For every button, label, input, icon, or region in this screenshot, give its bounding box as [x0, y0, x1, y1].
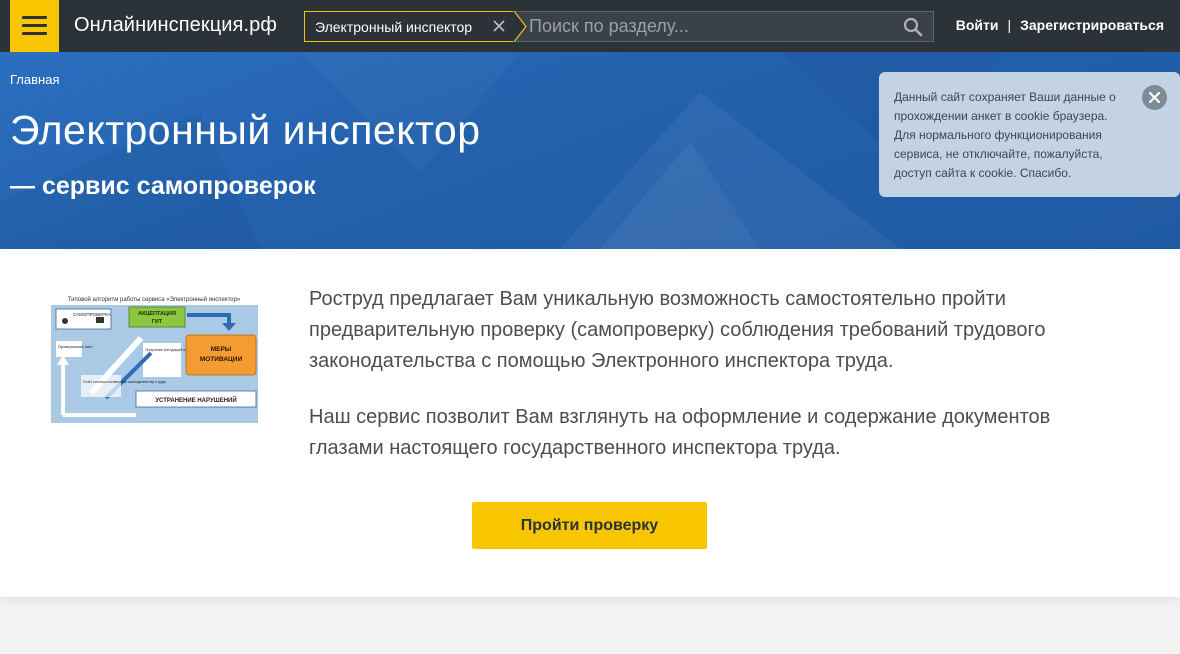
- page-title: Электронный инспектор: [10, 107, 481, 153]
- breadcrumb[interactable]: Главная: [10, 72, 59, 87]
- search-scope-tag[interactable]: Электронный инспектор: [304, 11, 514, 42]
- chevron-right-icon: [513, 11, 527, 42]
- service-algorithm-diagram: Типовой алгоритм работы сервиса «Электро…: [51, 296, 258, 423]
- search-icon[interactable]: [903, 17, 923, 37]
- cookie-notice-text: Данный сайт сохраняет Ваши данные о прох…: [894, 90, 1116, 180]
- diagram-checklist: Проверочный лист: [58, 344, 93, 349]
- search-input[interactable]: [529, 12, 889, 41]
- page-subtitle: — сервис самопроверок: [10, 172, 316, 200]
- close-icon[interactable]: [491, 18, 507, 34]
- service-paragraph: Наш сервис позволит Вам взглянуть на офо…: [309, 406, 1051, 459]
- diagram-self-check: САМОПРОВЕРКА: [73, 312, 111, 317]
- diagram-measures-line1: МЕРЫ: [211, 346, 231, 353]
- diagram-notify: Отчёт о полном соответствии законодатель…: [83, 380, 166, 384]
- login-link[interactable]: Войти: [956, 17, 999, 33]
- search-box: Электронный инспектор: [304, 11, 934, 42]
- start-check-button[interactable]: Пройти проверку: [472, 502, 707, 549]
- auth-links: Войти | Зарегистрироваться: [956, 17, 1164, 33]
- search-scope-label: Электронный инспектор: [315, 19, 473, 35]
- diagram-fix: УСТРАНЕНИЕ НАРУШЕНИЙ: [155, 396, 236, 404]
- diagram-accept-line1: АКЦЕПТАЦИЯ: [138, 311, 176, 317]
- site-title[interactable]: Онлайнинспекция.рф: [74, 14, 277, 37]
- diagram-accept-line2: ГИТ: [152, 319, 163, 325]
- diagram-measures-line2: МОТИВАЦИИ: [200, 356, 243, 363]
- hamburger-icon: [22, 16, 47, 19]
- auth-separator: |: [1007, 17, 1012, 33]
- top-navigation-bar: Онлайнинспекция.рф Электронный инспектор…: [0, 0, 1180, 52]
- content-card: Типовой алгоритм работы сервиса «Электро…: [0, 249, 1180, 597]
- menu-button[interactable]: [10, 0, 59, 52]
- cookie-close-button[interactable]: [1142, 85, 1167, 110]
- cookie-notice: Данный сайт сохраняет Ваши данные о прох…: [879, 72, 1180, 197]
- close-icon: [1149, 92, 1160, 103]
- register-link[interactable]: Зарегистрироваться: [1020, 17, 1164, 33]
- intro-paragraph: Роструд предлагает Вам уникальную возмож…: [309, 288, 1046, 372]
- diagram-title: Типовой алгоритм работы сервиса «Электро…: [68, 296, 241, 303]
